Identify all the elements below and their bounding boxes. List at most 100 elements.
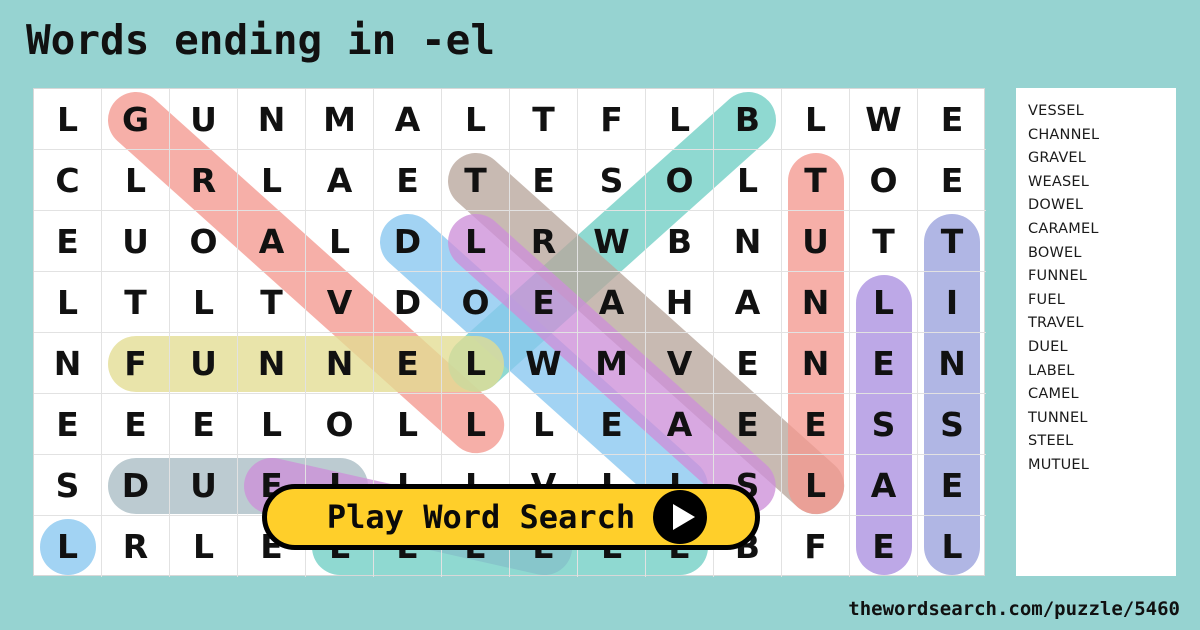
grid-cell[interactable]: E <box>850 333 918 394</box>
grid-cell[interactable]: U <box>170 333 238 394</box>
grid-cell[interactable]: I <box>918 272 986 333</box>
grid-cell[interactable]: D <box>102 455 170 516</box>
grid-cell[interactable]: L <box>442 333 510 394</box>
grid-cell[interactable]: O <box>850 150 918 211</box>
grid-cell[interactable]: U <box>102 211 170 272</box>
grid-cell[interactable]: N <box>782 333 850 394</box>
grid-cell[interactable]: E <box>374 150 442 211</box>
grid-cell[interactable]: H <box>646 272 714 333</box>
grid-cell[interactable]: E <box>510 150 578 211</box>
grid-cell[interactable]: E <box>102 394 170 455</box>
grid-cell[interactable]: V <box>306 272 374 333</box>
grid-cell[interactable]: M <box>306 89 374 150</box>
grid-cell[interactable]: B <box>646 211 714 272</box>
grid-cell[interactable]: E <box>850 516 918 577</box>
grid-cell[interactable]: E <box>714 394 782 455</box>
word-list-item: TRAVEL <box>1028 315 1084 332</box>
grid-cell[interactable]: N <box>714 211 782 272</box>
grid-cell[interactable]: T <box>918 211 986 272</box>
grid-cell[interactable]: T <box>102 272 170 333</box>
grid-cell[interactable]: A <box>238 211 306 272</box>
grid-cell[interactable]: F <box>578 89 646 150</box>
grid-cell[interactable]: E <box>34 211 102 272</box>
grid-cell[interactable]: U <box>782 211 850 272</box>
grid-cell[interactable]: L <box>374 394 442 455</box>
grid-cell[interactable]: E <box>782 394 850 455</box>
grid-cell[interactable]: D <box>374 272 442 333</box>
grid-cell[interactable]: W <box>850 89 918 150</box>
grid-cell[interactable]: N <box>34 333 102 394</box>
grid-cell[interactable]: L <box>170 272 238 333</box>
play-word-search-button[interactable]: Play Word Search <box>262 484 760 550</box>
grid-cell[interactable]: L <box>782 89 850 150</box>
grid-cell[interactable]: L <box>34 89 102 150</box>
grid-cell[interactable]: U <box>170 455 238 516</box>
grid-cell[interactable]: N <box>782 272 850 333</box>
grid-cell[interactable]: O <box>646 150 714 211</box>
grid-cell[interactable]: N <box>238 333 306 394</box>
grid-cell[interactable]: O <box>170 211 238 272</box>
grid-cell[interactable]: D <box>374 211 442 272</box>
grid-cell[interactable]: E <box>374 333 442 394</box>
grid-cell[interactable]: A <box>578 272 646 333</box>
grid-cell[interactable]: E <box>918 150 986 211</box>
grid-cell[interactable]: F <box>102 333 170 394</box>
grid-cell[interactable]: L <box>34 272 102 333</box>
grid-cell[interactable]: E <box>918 455 986 516</box>
grid-cell[interactable]: L <box>34 516 102 577</box>
grid-cell[interactable]: S <box>918 394 986 455</box>
grid-cell[interactable]: O <box>442 272 510 333</box>
grid-cell[interactable]: L <box>170 516 238 577</box>
grid-cell[interactable]: E <box>578 394 646 455</box>
grid-cell[interactable]: B <box>714 89 782 150</box>
grid-cell[interactable]: L <box>918 516 986 577</box>
grid-cell[interactable]: T <box>442 150 510 211</box>
grid-cell[interactable]: E <box>714 333 782 394</box>
grid-cell[interactable]: L <box>442 211 510 272</box>
grid-cell[interactable]: A <box>646 394 714 455</box>
grid-cell[interactable]: L <box>238 394 306 455</box>
grid-cell[interactable]: U <box>170 89 238 150</box>
grid-cell[interactable]: A <box>306 150 374 211</box>
grid-cell[interactable]: E <box>170 394 238 455</box>
grid-cell[interactable]: L <box>102 150 170 211</box>
grid-cell[interactable]: L <box>442 394 510 455</box>
grid-cell[interactable]: E <box>510 272 578 333</box>
grid-cell[interactable]: F <box>782 516 850 577</box>
grid-cell[interactable]: L <box>238 150 306 211</box>
grid-cell[interactable]: A <box>850 455 918 516</box>
grid-cell[interactable]: C <box>34 150 102 211</box>
grid-cell[interactable]: T <box>850 211 918 272</box>
grid-cell[interactable]: L <box>510 394 578 455</box>
grid-cell[interactable]: R <box>102 516 170 577</box>
grid-cell[interactable]: G <box>102 89 170 150</box>
grid-cell[interactable]: N <box>306 333 374 394</box>
grid-cell[interactable]: O <box>306 394 374 455</box>
grid-cell[interactable]: L <box>850 272 918 333</box>
grid-cell[interactable]: S <box>578 150 646 211</box>
grid-cell[interactable]: L <box>714 150 782 211</box>
grid-cell[interactable]: W <box>578 211 646 272</box>
grid-cell[interactable]: A <box>714 272 782 333</box>
grid-cell[interactable]: A <box>374 89 442 150</box>
grid-cell[interactable]: L <box>442 89 510 150</box>
word-list-item: DOWEL <box>1028 197 1084 214</box>
grid-cell[interactable]: V <box>646 333 714 394</box>
grid-cell[interactable]: M <box>578 333 646 394</box>
grid-cell[interactable]: N <box>238 89 306 150</box>
grid-cell[interactable]: N <box>918 333 986 394</box>
grid-cell[interactable]: E <box>34 394 102 455</box>
grid-cell[interactable]: T <box>782 150 850 211</box>
grid-cell[interactable]: S <box>850 394 918 455</box>
grid-cell[interactable]: L <box>782 455 850 516</box>
grid-cell[interactable]: E <box>918 89 986 150</box>
grid-cell[interactable]: L <box>306 211 374 272</box>
grid-cell[interactable]: T <box>238 272 306 333</box>
grid-cell[interactable]: S <box>34 455 102 516</box>
grid-cell[interactable]: L <box>646 89 714 150</box>
grid-cell[interactable]: W <box>510 333 578 394</box>
grid-cell[interactable]: R <box>510 211 578 272</box>
grid-cell[interactable]: R <box>170 150 238 211</box>
play-triangle-icon <box>653 490 708 544</box>
grid-cell[interactable]: T <box>510 89 578 150</box>
